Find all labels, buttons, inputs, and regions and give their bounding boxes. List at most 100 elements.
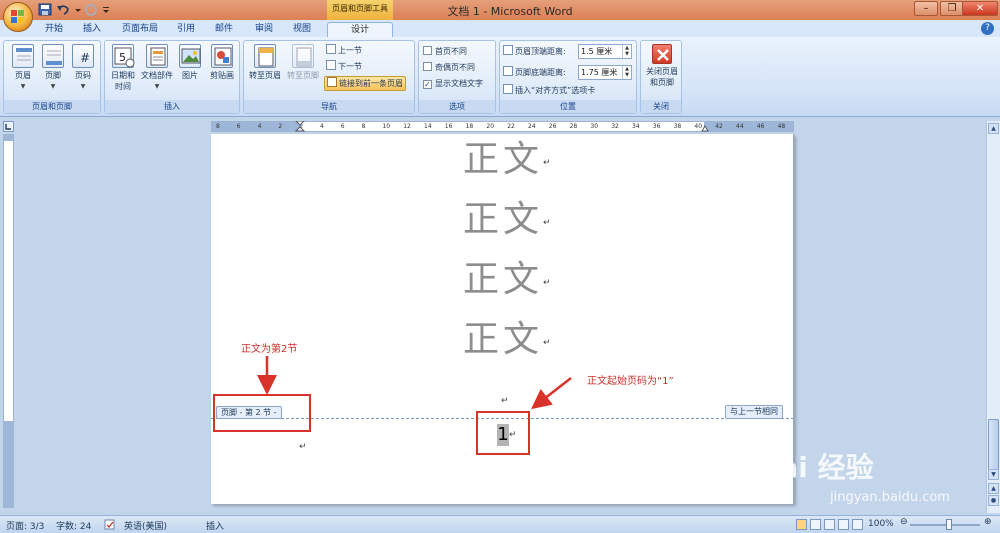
link-to-previous-button[interactable]: 链接到前一条页眉 — [324, 76, 406, 91]
ruler-tick-label: 36 — [652, 123, 661, 130]
vertical-ruler[interactable] — [3, 134, 14, 508]
previous-section-button[interactable]: 上一节 — [326, 44, 362, 58]
full-screen-view-icon[interactable] — [810, 519, 821, 530]
ruler-tick-label: 32 — [611, 123, 619, 130]
minimize-button[interactable]: – — [914, 1, 938, 16]
draft-view-icon[interactable] — [852, 519, 863, 530]
tab-references[interactable]: 引用 — [172, 22, 200, 38]
ruler-tick-label: 38 — [673, 123, 682, 130]
picture-icon — [179, 44, 201, 68]
goto-header-button[interactable]: 转至页眉 — [246, 44, 284, 98]
ruler-tick-label: 8 — [216, 123, 220, 130]
save-icon[interactable] — [38, 3, 52, 16]
header-position-icon — [503, 45, 513, 55]
spinner-arrows-icon[interactable]: ▲ ▼ — [622, 66, 631, 79]
baidu-watermark-url: jingyan.baidu.com — [830, 490, 950, 505]
tab-selector[interactable] — [3, 121, 14, 132]
tab-view[interactable]: 视图 — [288, 22, 316, 38]
group-label: 页眉和页脚 — [4, 100, 100, 113]
horizontal-ruler[interactable]: 8 6 4 2 2 4 6 8 10 12 14 16 18 20 22 24 26 28 30 32 34 36 38 40… — [211, 121, 794, 132]
ruler-tick-label: 42 — [715, 123, 723, 130]
help-icon[interactable]: ? — [981, 22, 994, 35]
group-navigation: 转至页眉 转至页脚 上一节 下一节 链接到前一条页眉 导航 — [243, 40, 415, 114]
different-first-page-checkbox[interactable]: 首页不同 — [423, 45, 467, 59]
group-position: 页眉顶端距离: 1.5 厘米 ▲ ▼ 页脚底端距离: 1.75 厘米 ▲ ▼ 插入“对齐… — [499, 40, 637, 114]
ruler-tick-label: 4 — [257, 123, 262, 130]
web-layout-view-icon[interactable] — [824, 519, 835, 530]
scroll-down-icon[interactable]: ▼ — [988, 469, 999, 480]
zoom-slider[interactable] — [910, 524, 980, 526]
date-time-button[interactable]: 5 日期和 时间 — [107, 44, 139, 98]
proofing-icon[interactable] — [104, 519, 115, 530]
next-section-button[interactable]: 下一节 — [326, 60, 362, 74]
tab-page-layout[interactable]: 页面布局 — [116, 22, 164, 38]
ruler-tick-label: 16 — [444, 123, 453, 130]
vertical-scrollbar[interactable]: ▲ ▼ ▲ ● — [986, 121, 1000, 513]
annotation-arrows — [257, 356, 572, 410]
ribbon: 页眉 ▼ 页脚 ▼ # 页码 ▼ 页眉和页脚 5 日期和 时间 文档部件 ▼ 图片 剪贴画 — [0, 37, 1000, 117]
page-indicator[interactable]: 页面: 3/3 — [6, 519, 44, 532]
picture-button[interactable]: 图片 — [175, 44, 205, 98]
goto-header-icon — [254, 44, 276, 68]
zoom-in-icon[interactable]: ⊕ — [984, 517, 992, 527]
document-parts-button[interactable]: 文档部件 ▼ — [139, 44, 175, 98]
ruler-tick-label: 44 — [736, 123, 744, 130]
ruler-tick-label: 26 — [548, 123, 557, 130]
undo-icon[interactable] — [56, 3, 70, 16]
browse-object-icon[interactable]: ● — [988, 495, 999, 506]
language-indicator[interactable]: 英语(美国) — [124, 519, 167, 532]
group-header-footer: 页眉 ▼ 页脚 ▼ # 页码 ▼ 页眉和页脚 — [3, 40, 101, 114]
close-window-button[interactable]: ✕ — [962, 1, 998, 16]
ruler-tick-label: 24 — [528, 123, 536, 130]
ruler-tick-label: 10 — [382, 123, 391, 130]
footer-button[interactable]: 页脚 ▼ — [36, 44, 70, 98]
tab-mailings[interactable]: 邮件 — [210, 22, 238, 38]
group-label: 选项 — [419, 100, 495, 113]
print-layout-view-icon[interactable] — [796, 519, 807, 530]
zoom-level[interactable]: 100% — [868, 519, 894, 529]
indent-marker-icon[interactable] — [295, 121, 305, 132]
tab-design[interactable]: 设计 — [327, 22, 393, 38]
ruler-tick-label: 4 — [320, 123, 324, 130]
customize-qat-icon[interactable] — [102, 3, 116, 16]
redo-icon[interactable] — [84, 3, 98, 16]
document-page[interactable]: 正文 ↵ 正文 ↵ 正文 ↵ 正文 ↵ ↵ 页脚 - 第 2 节 - 与上一节相… — [211, 134, 794, 504]
arrow-to-page-number — [531, 377, 572, 410]
footer-bottom-distance-label: 页脚底端距离: — [503, 66, 566, 80]
right-indent-marker-icon[interactable] — [701, 123, 709, 132]
word-count[interactable]: 字数: 24 — [56, 519, 91, 532]
ruler-tick-label: 2 — [278, 123, 283, 130]
tab-insert[interactable]: 插入 — [78, 22, 106, 38]
show-document-text-checkbox[interactable]: ✓ 显示文档文字 — [423, 77, 483, 91]
zoom-slider-knob[interactable] — [946, 519, 952, 530]
page-number-button[interactable]: # 页码 ▼ — [66, 44, 100, 98]
outline-view-icon[interactable] — [838, 519, 849, 530]
close-header-footer-button[interactable]: 关闭页眉 和页脚 — [643, 44, 681, 98]
scroll-up-icon[interactable]: ▲ — [988, 123, 999, 134]
zoom-out-icon[interactable]: ⊖ — [900, 517, 908, 527]
calendar-icon: 5 — [112, 44, 135, 68]
restore-button[interactable]: ❐ — [940, 1, 964, 16]
tab-home[interactable]: 开始 — [38, 22, 70, 38]
footer-bottom-distance-spinner[interactable]: 1.75 厘米 ▲ ▼ — [578, 65, 632, 80]
previous-section-icon — [326, 44, 336, 54]
insert-alignment-tab-button[interactable]: 插入“对齐方式”选项卡 — [503, 84, 595, 98]
insert-mode-indicator[interactable]: 插入 — [206, 519, 224, 532]
office-logo-icon — [11, 10, 25, 24]
header-top-distance-spinner[interactable]: 1.5 厘米 ▲ ▼ — [578, 44, 632, 59]
ruler-tick-label: 8 — [361, 123, 366, 130]
ruler-tick-label: 22 — [507, 123, 515, 130]
group-insert: 5 日期和 时间 文档部件 ▼ 图片 剪贴画 插入 — [104, 40, 240, 114]
different-odd-even-checkbox[interactable]: 奇偶页不同 — [423, 61, 475, 75]
ruler-tick-label: 34 — [632, 123, 640, 130]
ruler-tick-label: 30 — [590, 123, 599, 130]
tab-review[interactable]: 审阅 — [250, 22, 278, 38]
office-button[interactable] — [3, 2, 33, 32]
previous-page-icon[interactable]: ▲ — [988, 483, 999, 494]
goto-footer-icon — [292, 44, 314, 68]
goto-footer-button[interactable]: 转至页脚 — [284, 44, 322, 98]
header-button[interactable]: 页眉 ▼ — [6, 44, 40, 98]
spinner-arrows-icon[interactable]: ▲ ▼ — [622, 45, 631, 58]
checkmark-icon: ✓ — [423, 80, 432, 89]
clipart-button[interactable]: 剪贴画 — [205, 44, 239, 98]
